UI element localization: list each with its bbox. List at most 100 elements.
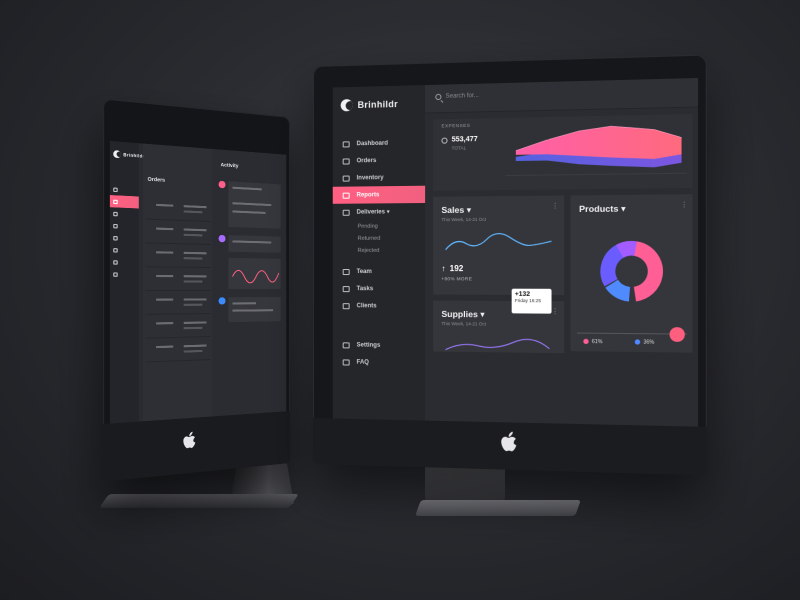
- expenses-area-chart: [505, 123, 687, 184]
- more-options-icon[interactable]: ⋮: [552, 307, 559, 315]
- left-nav-item[interactable]: [110, 268, 139, 280]
- sidebar-subitem-rejected[interactable]: Rejected: [333, 245, 425, 257]
- activity-card[interactable]: [228, 181, 281, 229]
- order-row[interactable]: [145, 221, 211, 246]
- legend-value: 36%: [643, 339, 655, 346]
- order-row[interactable]: [145, 245, 211, 269]
- orders-title: Orders: [147, 176, 166, 184]
- left-brand-name: Brinhildr: [123, 151, 145, 159]
- activity-card[interactable]: [228, 235, 281, 253]
- nav-icon: [113, 235, 118, 240]
- top-bar: Search for...: [425, 77, 698, 114]
- sidebar-item-label: Settings: [356, 341, 381, 349]
- activity-chart-card: [228, 257, 281, 289]
- order-row[interactable]: [145, 339, 211, 363]
- search-icon: [435, 93, 442, 101]
- sidebar-item-team[interactable]: Team: [333, 263, 425, 280]
- nav-icon: [113, 186, 118, 192]
- clients-icon: [342, 302, 350, 309]
- left-nav-item[interactable]: [110, 219, 139, 232]
- expenses-value: 553,477: [451, 135, 478, 144]
- fab-button[interactable]: [669, 327, 685, 342]
- sales-title[interactable]: Sales ▾: [441, 205, 471, 216]
- activity-avatar: [218, 180, 226, 189]
- nav-icon: [113, 247, 118, 253]
- deliveries-icon: [342, 209, 350, 216]
- order-row[interactable]: [145, 269, 211, 292]
- faq-icon: [342, 358, 350, 366]
- expenses-icon: [441, 137, 448, 144]
- nav-icon: [113, 223, 118, 228]
- legend-swatch: [634, 339, 641, 345]
- sidebar-subitem-returned[interactable]: Returned: [333, 232, 425, 244]
- chart-tooltip: +132 Friday 16:25: [511, 288, 552, 314]
- brand-logo-icon: [113, 150, 122, 159]
- sidebar-item-label: Team: [356, 268, 372, 275]
- more-options-icon[interactable]: ⋮: [680, 201, 688, 209]
- sidebar-item-label: Orders: [356, 157, 377, 164]
- nav-icon: [113, 259, 118, 265]
- sidebar-item-faq[interactable]: FAQ: [333, 353, 425, 371]
- order-row[interactable]: [145, 293, 211, 315]
- sales-date-range: This Week, 14-21 Oct: [441, 216, 487, 223]
- nav-icon: [113, 199, 118, 204]
- sidebar-item-label: Deliveries ▾: [356, 209, 390, 216]
- apple-logo-icon: [183, 431, 196, 449]
- brand-name: Brinhildr: [357, 98, 398, 110]
- legend-swatch: [583, 338, 589, 345]
- activity-wave-chart: [229, 258, 281, 289]
- tooltip-date: Friday 16:25: [514, 297, 542, 304]
- sidebar-item-dashboard[interactable]: Dashboard: [333, 134, 425, 153]
- sidebar-item-reports[interactable]: Reports: [332, 185, 426, 204]
- dashboard-icon: [342, 140, 350, 147]
- supplies-line-chart: [441, 331, 557, 353]
- order-row[interactable]: [145, 197, 211, 223]
- order-row[interactable]: [145, 316, 211, 339]
- left-nav-item[interactable]: [110, 231, 139, 244]
- nav-icon: [113, 211, 118, 216]
- sidebar-item-inventory[interactable]: Inventory: [333, 168, 425, 186]
- tasks-icon: [342, 285, 350, 292]
- expenses-label: EXPENSES: [441, 122, 471, 129]
- search-bar[interactable]: Search for...: [435, 93, 479, 101]
- products-title[interactable]: Products ▾: [579, 203, 626, 215]
- expenses-card: EXPENSES 553,477 TOTAL: [433, 114, 693, 191]
- sidebar-item-orders[interactable]: Orders: [333, 151, 425, 170]
- activity-avatar: [218, 297, 226, 305]
- inventory-icon: [342, 175, 350, 182]
- left-monitor-base: [99, 494, 299, 508]
- reports-icon: [342, 192, 350, 199]
- orders-panel: Orders: [143, 143, 213, 422]
- activity-card[interactable]: [228, 297, 281, 323]
- activity-panel: Activity ✕: [214, 149, 287, 417]
- left-nav-item[interactable]: [110, 207, 139, 220]
- left-brand: Brinhildr: [113, 150, 145, 160]
- sales-value: 192: [449, 263, 464, 274]
- right-screen: Brinhildr Dashboard Orders Inventory Rep…: [332, 77, 698, 427]
- sidebar-subitem-pending[interactable]: Pending: [333, 220, 425, 233]
- sidebar: Brinhildr Dashboard Orders Inventory Rep…: [332, 85, 426, 421]
- sidebar-item-clients[interactable]: Clients: [333, 297, 425, 315]
- sidebar-item-label: Reports: [356, 191, 380, 199]
- sales-line-chart: [441, 223, 557, 260]
- sidebar-item-label: Clients: [356, 302, 377, 309]
- left-sidebar: Brinhildr: [109, 140, 145, 424]
- left-nav-item[interactable]: [110, 244, 139, 257]
- apple-logo-icon: [501, 431, 517, 452]
- left-nav-item[interactable]: [110, 256, 139, 268]
- activity-title: Activity: [220, 162, 239, 170]
- team-icon: [342, 268, 350, 275]
- more-options-icon[interactable]: ⋮: [552, 202, 559, 210]
- sidebar-item-deliveries[interactable]: Deliveries ▾: [333, 203, 425, 221]
- left-monitor: Brinhildr Orders Activity: [103, 98, 290, 482]
- right-monitor-base: [415, 500, 581, 516]
- sidebar-item-label: FAQ: [356, 359, 369, 366]
- sidebar-item-tasks[interactable]: Tasks: [333, 280, 425, 297]
- sidebar-item-settings[interactable]: Settings: [333, 336, 425, 354]
- sidebar-item-label: Inventory: [356, 174, 384, 181]
- supplies-date-range: This Week, 14-21 Oct: [441, 321, 487, 327]
- search-input[interactable]: Search for...: [446, 93, 479, 100]
- left-nav: [109, 183, 139, 280]
- nav-icon: [113, 271, 118, 277]
- supplies-title[interactable]: Supplies ▾: [441, 309, 484, 321]
